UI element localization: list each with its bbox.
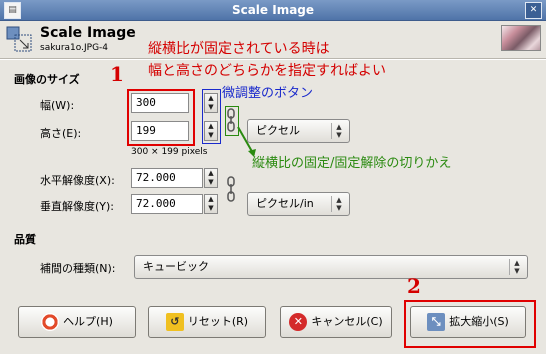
- help-button-label: ヘルプ(H): [63, 315, 113, 328]
- chain-link-icon[interactable]: [226, 108, 236, 135]
- x-resolution-spin-button[interactable]: ▲ ▼: [204, 168, 218, 188]
- annotation-spin-note: 微調整のボタン: [222, 86, 314, 101]
- window-title-bar: Scale Image: [0, 0, 546, 21]
- image-thumbnail: [501, 25, 541, 51]
- y-resolution-label: 垂直解像度(Y):: [40, 200, 115, 213]
- y-resolution-input[interactable]: 72.000: [131, 194, 203, 214]
- reset-button-label: リセット(R): [187, 315, 249, 328]
- annotation-note-line1: 縦横比が固定されている時は: [148, 41, 330, 57]
- annotation-blue-box: [202, 89, 221, 144]
- image-filename: sakura1o.JPG-4: [40, 43, 109, 53]
- combo-arrows-icon: ▲ ▼: [331, 196, 346, 212]
- height-label: 高さ(E):: [40, 127, 82, 140]
- pixel-size-info: 300 × 199 pixels: [131, 147, 208, 157]
- combo-arrows-icon: ▲ ▼: [331, 123, 346, 139]
- unit-select-value: ピクセル: [256, 124, 300, 137]
- annotation-red-box: [127, 89, 195, 146]
- combo-arrows-icon: ▲ ▼: [509, 259, 524, 275]
- reset-button[interactable]: ↺ リセット(R): [148, 306, 266, 338]
- x-resolution-label: 水平解像度(X):: [40, 174, 115, 187]
- scale-icon: ⤡: [427, 313, 446, 331]
- annotation-chain-note: 縦横比の固定/固定解除の切りかえ: [252, 156, 452, 171]
- window-title: Scale Image: [231, 3, 315, 17]
- interpolation-label: 補間の種類(N):: [40, 262, 116, 275]
- scale-button[interactable]: ⤡ 拡大縮小(S): [410, 306, 526, 338]
- unit-select[interactable]: ピクセル ▲ ▼: [247, 119, 350, 143]
- reset-icon: ↺: [165, 313, 184, 331]
- scale-image-icon: [6, 26, 32, 52]
- cancel-button[interactable]: ✕ キャンセル(C): [280, 306, 392, 338]
- resolution-chain-icon[interactable]: [226, 176, 236, 205]
- interpolation-select-value: キュービック: [143, 260, 209, 273]
- y-resolution-spin-button[interactable]: ▲ ▼: [204, 194, 218, 214]
- dialog-title: Scale Image: [40, 25, 136, 41]
- cancel-button-label: キャンセル(C): [311, 315, 383, 328]
- resolution-unit-select[interactable]: ピクセル/in ▲ ▼: [247, 192, 350, 216]
- close-icon[interactable]: ✕: [525, 2, 542, 19]
- x-resolution-input[interactable]: 72.000: [131, 168, 203, 188]
- help-icon: [41, 313, 60, 331]
- cancel-icon: ✕: [289, 313, 308, 331]
- help-button[interactable]: ヘルプ(H): [18, 306, 136, 338]
- annotation-marker-1: 1: [110, 62, 124, 86]
- width-label: 幅(W):: [40, 99, 75, 112]
- annotation-marker-2: 2: [407, 274, 421, 298]
- annotation-note-line2: 幅と高さのどちらかを指定すればよい: [148, 63, 386, 79]
- scale-button-label: 拡大縮小(S): [449, 315, 509, 328]
- interpolation-select[interactable]: キュービック ▲ ▼: [134, 255, 528, 279]
- image-size-section-label: 画像のサイズ: [14, 73, 80, 86]
- quality-section-label: 品質: [14, 233, 36, 246]
- resolution-unit-value: ピクセル/in: [256, 197, 314, 210]
- window-menu-icon[interactable]: ▤: [4, 2, 21, 19]
